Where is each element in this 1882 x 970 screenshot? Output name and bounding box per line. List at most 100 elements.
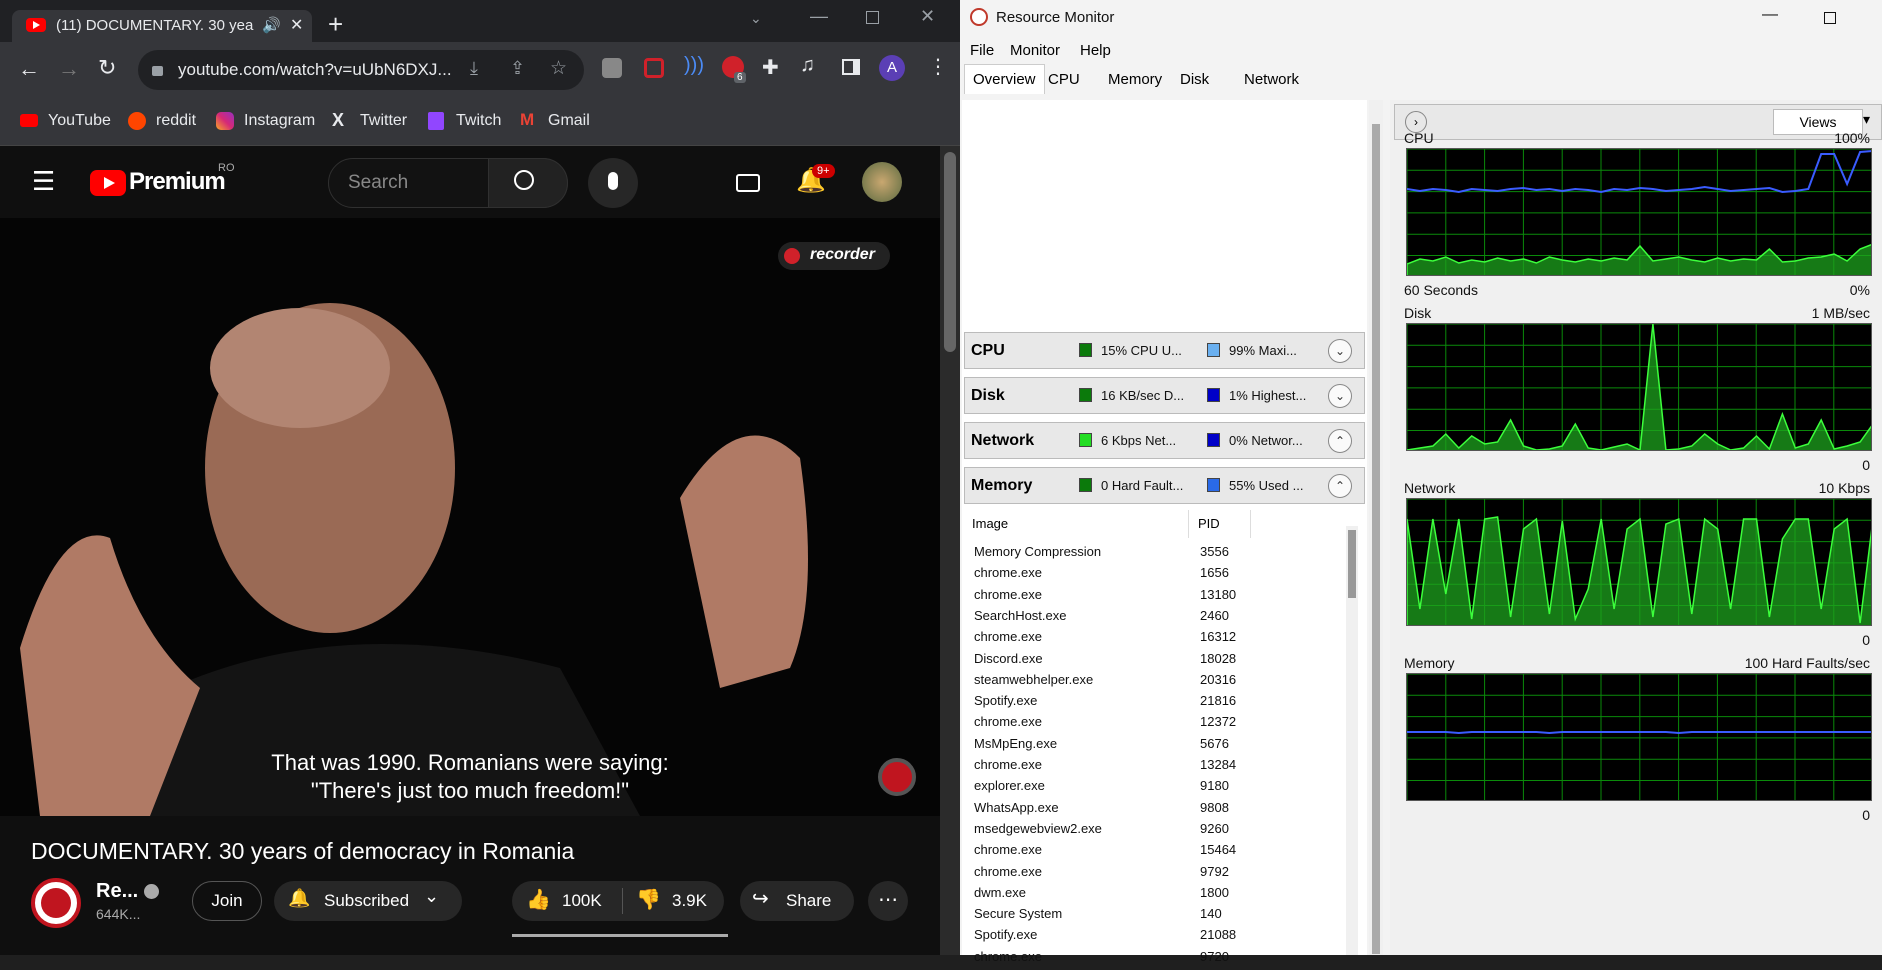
bookmark-instagram[interactable]: Instagram (244, 112, 315, 130)
tab-disk[interactable]: Disk (1180, 71, 1209, 88)
thumbs-up-icon[interactable]: 👍 (526, 887, 551, 912)
video-player[interactable]: recorder That was 1990. Romanians were s… (0, 218, 940, 816)
network-section-title: Network (971, 432, 1035, 449)
process-row[interactable]: chrome.exe 12372 (974, 714, 1274, 735)
logo-text[interactable]: Premium (129, 168, 226, 196)
channel-name[interactable]: Re... (96, 880, 138, 903)
tab-network[interactable]: Network (1244, 71, 1299, 88)
bookmark-twitch[interactable]: Twitch (456, 112, 501, 130)
process-row[interactable]: chrome.exe 13284 (974, 757, 1274, 778)
bookmark-reddit[interactable]: reddit (156, 112, 196, 130)
rm-minimize-icon[interactable]: — (1762, 6, 1778, 24)
omnibox[interactable]: youtube.com/watch?v=uUbN6DXJ... ⤓ ⇪ ☆ (138, 50, 584, 90)
disk-expand-chevron-icon[interactable]: ⌄ (1328, 384, 1352, 408)
bookmark-gmail[interactable]: Gmail (548, 112, 590, 130)
search-input[interactable]: Search (348, 172, 408, 194)
graph-footer: 60 Seconds (1404, 282, 1478, 298)
disk-section-header[interactable]: Disk 16 KB/sec D... 1% Highest... ⌄ (964, 377, 1365, 414)
forward-icon[interactable]: → (58, 56, 80, 82)
cpu-section-header[interactable]: CPU 15% CPU U... 99% Maxi... ⌄ (964, 332, 1365, 369)
share-page-icon[interactable]: ⇪ (510, 58, 525, 79)
process-row[interactable]: SearchHost.exe 2460 (974, 608, 1274, 629)
menu-monitor[interactable]: Monitor (1010, 42, 1060, 59)
extensions-puzzle-icon[interactable]: ✚ (762, 55, 779, 80)
process-pid: 9260 (1200, 820, 1229, 836)
cpu-usage-text: 15% CPU U... (1101, 343, 1182, 358)
new-tab-icon[interactable]: + (328, 11, 343, 37)
user-avatar[interactable] (862, 162, 902, 202)
youtube-scrollbar[interactable] (940, 146, 960, 955)
url-text[interactable]: youtube.com/watch?v=uUbN6DXJ... (178, 60, 452, 80)
thumbs-down-icon[interactable]: 👎 (636, 887, 661, 912)
process-row[interactable]: chrome.exe 9720 (974, 949, 1274, 970)
process-row[interactable]: explorer.exe 9180 (974, 778, 1274, 799)
menu-help[interactable]: Help (1080, 42, 1111, 59)
tab-memory[interactable]: Memory (1108, 71, 1162, 88)
process-row[interactable]: Memory Compression 3556 (974, 544, 1274, 565)
browser-tab[interactable]: (11) DOCUMENTARY. 30 yea 🔊 ✕ (12, 10, 312, 42)
col-header-pid[interactable]: PID (1198, 516, 1220, 531)
tab-overview[interactable]: Overview (964, 64, 1045, 94)
process-row[interactable]: WhatsApp.exe 9808 (974, 800, 1274, 821)
record-button-icon[interactable] (878, 758, 916, 796)
minimize-icon[interactable]: — (810, 6, 828, 27)
create-video-icon[interactable] (736, 174, 760, 192)
extension-2-icon[interactable] (644, 58, 664, 78)
bookmark-twitter[interactable]: Twitter (360, 112, 407, 130)
memory-section-header[interactable]: Memory 0 Hard Fault... 55% Used ... ⌃ (964, 467, 1365, 504)
process-row[interactable]: Secure System 140 (974, 906, 1274, 927)
tab-cpu[interactable]: CPU (1048, 71, 1080, 88)
table-scrollbar[interactable] (1346, 526, 1358, 955)
bookmark-youtube[interactable]: YouTube (48, 112, 111, 130)
process-row[interactable]: Spotify.exe 21816 (974, 693, 1274, 714)
network-collapse-chevron-icon[interactable]: ⌃ (1328, 429, 1352, 453)
media-control-icon[interactable]: ♫ (800, 54, 815, 77)
menu-file[interactable]: File (970, 42, 994, 59)
maximize-icon[interactable] (866, 11, 879, 24)
process-row[interactable]: Spotify.exe 21088 (974, 927, 1274, 948)
audio-icon[interactable]: 🔊 (262, 16, 281, 34)
tab-search-icon[interactable]: ⌄ (750, 10, 762, 27)
pane-scrollbar[interactable] (1369, 100, 1383, 955)
process-row[interactable]: chrome.exe 1656 (974, 565, 1274, 586)
process-row[interactable]: dwm.exe 1800 (974, 885, 1274, 906)
video-title: DOCUMENTARY. 30 years of democracy in Ro… (31, 838, 575, 864)
network-section-header[interactable]: Network 6 Kbps Net... 0% Networ... ⌃ (964, 422, 1365, 459)
bookmark-star-icon[interactable]: ☆ (550, 57, 567, 80)
process-name: chrome.exe (974, 629, 1042, 645)
chrome-menu-icon[interactable]: ⋮ (928, 54, 948, 79)
process-row[interactable]: msedgewebview2.exe 9260 (974, 821, 1274, 842)
memory-collapse-chevron-icon[interactable]: ⌃ (1328, 474, 1352, 498)
hamburger-menu-icon[interactable]: ☰ (32, 166, 55, 197)
install-icon[interactable]: ⤓ (470, 58, 478, 79)
ext-badge: 6 (734, 72, 746, 83)
progress-bar[interactable] (512, 934, 728, 937)
dislike-count[interactable]: 3.9K (672, 891, 707, 911)
close-window-icon[interactable]: ✕ (920, 6, 935, 27)
profile-avatar[interactable]: A (879, 55, 905, 81)
col-header-image[interactable]: Image (972, 516, 1008, 531)
extension-1-icon[interactable] (602, 58, 622, 78)
side-panel-icon[interactable] (842, 59, 860, 75)
rm-maximize-icon[interactable] (1824, 12, 1836, 24)
process-row[interactable]: steamwebhelper.exe 20316 (974, 672, 1274, 693)
views-dropdown-icon[interactable]: ▾ (1863, 111, 1870, 128)
process-row[interactable]: chrome.exe 13180 (974, 587, 1274, 608)
reload-icon[interactable]: ↻ (98, 55, 116, 81)
process-row[interactable]: chrome.exe 9792 (974, 864, 1274, 885)
back-icon[interactable]: ← (18, 56, 40, 82)
tab-close-icon[interactable]: ✕ (290, 15, 303, 35)
extension-3-icon[interactable]: ))) (684, 54, 704, 77)
table-scrollbar-thumb[interactable] (1348, 530, 1356, 598)
more-actions-button[interactable]: ⋯ (868, 881, 908, 921)
join-button[interactable]: Join (192, 881, 262, 921)
process-row[interactable]: Discord.exe 18028 (974, 651, 1274, 672)
process-row[interactable]: chrome.exe 16312 (974, 629, 1274, 650)
scrollbar-thumb[interactable] (944, 152, 956, 352)
process-row[interactable]: MsMpEng.exe 5676 (974, 736, 1274, 757)
process-row[interactable]: chrome.exe 15464 (974, 842, 1274, 863)
like-count[interactable]: 100K (562, 891, 602, 911)
disk-highest-text: 1% Highest... (1229, 388, 1307, 403)
pane-scrollbar-thumb[interactable] (1372, 124, 1380, 954)
cpu-expand-chevron-icon[interactable]: ⌄ (1328, 339, 1352, 363)
